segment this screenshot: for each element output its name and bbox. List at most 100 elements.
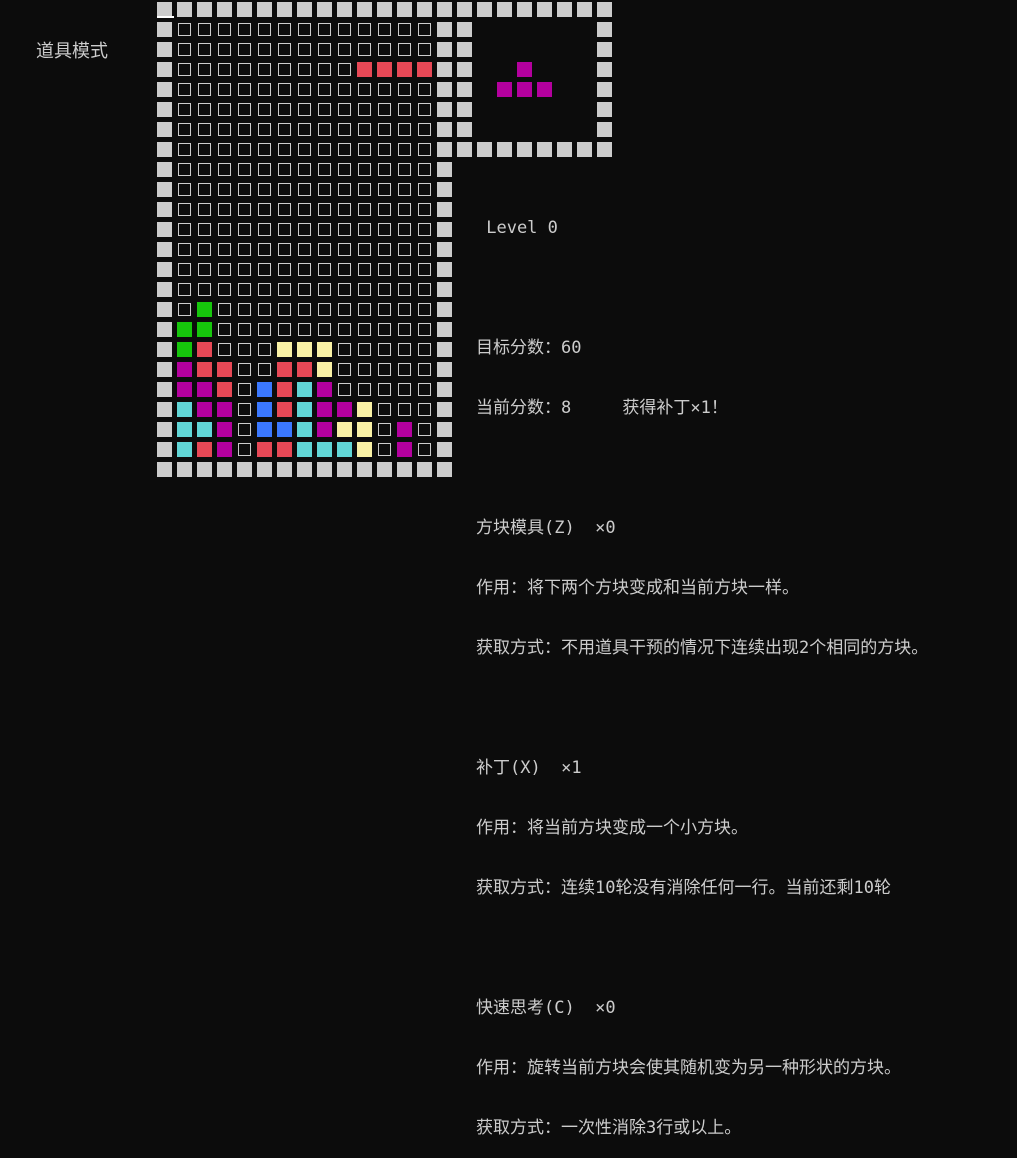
board-empty-cell [255, 300, 275, 320]
board-empty-cell [395, 360, 415, 380]
board-wall-cell [155, 140, 175, 160]
item-obtain-patch: 获取方式：连续10轮没有消除任何一行。当前还剩10轮 [476, 878, 891, 898]
board-empty-cell [395, 380, 415, 400]
board-empty-cell [415, 380, 435, 400]
preview-blank-cell [515, 120, 535, 140]
board-empty-cell [395, 160, 415, 180]
board-empty-cell [175, 20, 195, 40]
board-wall-cell [375, 0, 395, 20]
preview-blank-cell [555, 60, 575, 80]
item-effect-mold: 作用：将下两个方块变成和当前方块一样。 [476, 578, 799, 598]
preview-wall-cell [515, 0, 535, 20]
board-empty-cell [375, 20, 395, 40]
board-empty-cell [315, 140, 335, 160]
board-empty-cell [175, 120, 195, 140]
board-wall-cell [395, 460, 415, 480]
board-block-cell [215, 440, 235, 460]
board-wall-cell [275, 0, 295, 20]
board-wall-cell [155, 40, 175, 60]
board-empty-cell [215, 180, 235, 200]
board-wall-cell [435, 300, 455, 320]
board-empty-cell [175, 160, 195, 180]
board-wall-cell [435, 100, 455, 120]
board-block-cell [255, 380, 275, 400]
level-text: Level 0 [476, 218, 558, 238]
preview-blank-cell [575, 120, 595, 140]
board-empty-cell [315, 40, 335, 60]
board-empty-cell [275, 240, 295, 260]
board-empty-cell [415, 260, 435, 280]
preview-block-cell [515, 60, 535, 80]
board-empty-cell [235, 360, 255, 380]
board-empty-cell [315, 300, 335, 320]
board-wall-cell [155, 80, 175, 100]
board-empty-cell [235, 140, 255, 160]
board-empty-cell [375, 240, 395, 260]
board-block-cell [415, 60, 435, 80]
board-block-cell [355, 440, 375, 460]
board-empty-cell [255, 80, 275, 100]
board-empty-cell [255, 120, 275, 140]
preview-block-cell [495, 80, 515, 100]
board-block-cell [395, 440, 415, 460]
board-empty-cell [375, 440, 395, 460]
board-block-cell [195, 320, 215, 340]
preview-wall-cell [595, 40, 615, 60]
board-block-cell [315, 360, 335, 380]
board-empty-cell [355, 20, 375, 40]
board-empty-cell [415, 120, 435, 140]
board-empty-cell [295, 200, 315, 220]
board-wall-cell [155, 60, 175, 80]
mode-label: 道具模式 [36, 41, 108, 62]
board-empty-cell [335, 180, 355, 200]
board-wall-cell [435, 180, 455, 200]
board-wall-cell [415, 0, 435, 20]
board-empty-cell [235, 400, 255, 420]
board-empty-cell [415, 220, 435, 240]
board-empty-cell [335, 100, 355, 120]
board-empty-cell [255, 60, 275, 80]
preview-blank-cell [535, 20, 555, 40]
board-empty-cell [315, 60, 335, 80]
board-empty-cell [395, 180, 415, 200]
board-wall-cell [435, 20, 455, 40]
board-wall-cell [435, 340, 455, 360]
preview-wall-cell [475, 140, 495, 160]
board-empty-cell [415, 280, 435, 300]
board-empty-cell [355, 280, 375, 300]
board-empty-cell [235, 200, 255, 220]
board-empty-cell [415, 360, 435, 380]
board-wall-cell [295, 0, 315, 20]
board-empty-cell [415, 140, 435, 160]
board-block-cell [275, 400, 295, 420]
board-wall-cell [155, 460, 175, 480]
board-empty-cell [355, 120, 375, 140]
board-empty-cell [415, 100, 435, 120]
board-empty-cell [395, 140, 415, 160]
preview-blank-cell [555, 40, 575, 60]
board-block-cell [275, 440, 295, 460]
board-block-cell [295, 400, 315, 420]
board-empty-cell [335, 200, 355, 220]
board-empty-cell [415, 420, 435, 440]
board-empty-cell [195, 180, 215, 200]
board-wall-cell [155, 180, 175, 200]
preview-wall-cell [455, 20, 475, 40]
preview-blank-cell [575, 80, 595, 100]
board-wall-cell [155, 280, 175, 300]
item-obtain-mold: 获取方式：不用道具干预的情况下连续出现2个相同的方块。 [476, 638, 929, 658]
board-block-cell [255, 440, 275, 460]
board-empty-cell [335, 80, 355, 100]
board-block-cell [195, 400, 215, 420]
board-wall-cell [435, 280, 455, 300]
board-empty-cell [375, 180, 395, 200]
board-empty-cell [375, 220, 395, 240]
board-empty-cell [395, 320, 415, 340]
board-empty-cell [295, 140, 315, 160]
board-empty-cell [295, 180, 315, 200]
preview-blank-cell [535, 60, 555, 80]
board-empty-cell [175, 80, 195, 100]
board-empty-cell [255, 220, 275, 240]
board-empty-cell [235, 280, 255, 300]
